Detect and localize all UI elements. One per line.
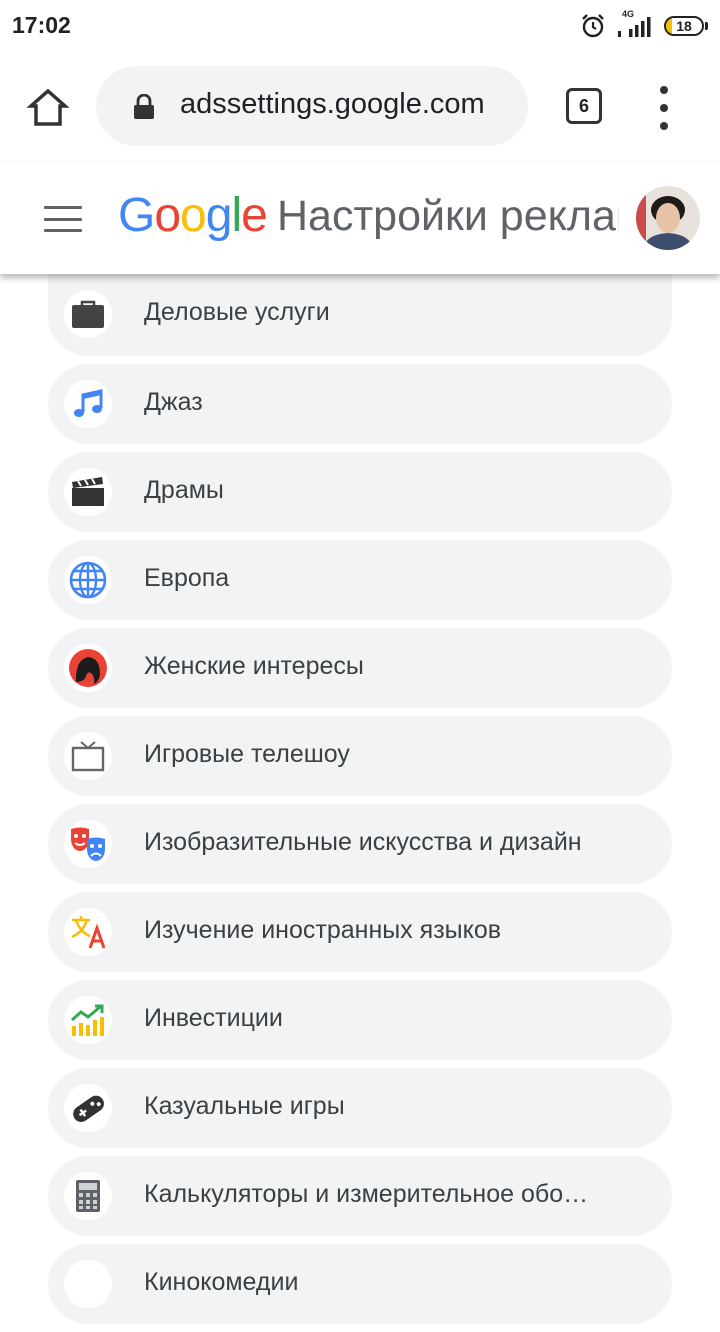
more-vert-icon[interactable] <box>652 86 676 130</box>
list-item[interactable]: Казуальные игры <box>48 1068 672 1148</box>
list-item-label: Драмы <box>144 476 224 504</box>
battery-level: 18 <box>676 18 692 34</box>
list-item-label: Калькуляторы и измерительное обо… <box>144 1180 589 1208</box>
tabs-button[interactable]: 6 <box>566 88 602 124</box>
list-item[interactable]: Драмы <box>48 452 672 532</box>
comedy-icon <box>64 1260 112 1308</box>
page-title: Настройки рекламы <box>277 192 619 240</box>
google-logo[interactable]: Google <box>118 188 268 243</box>
music-note-icon <box>64 380 112 428</box>
list-item-label: Изобразительные искусства и дизайн <box>144 828 582 856</box>
battery: 18 <box>664 16 704 36</box>
home-icon[interactable] <box>26 86 70 130</box>
list-item-label: Изучение иностранных языков <box>144 916 502 944</box>
url-text[interactable]: adssettings.google.com <box>180 88 520 121</box>
woman-icon <box>64 644 112 692</box>
list-item-label: Женские интересы <box>144 652 364 680</box>
status-time: 17:02 <box>12 12 71 38</box>
list-item[interactable]: Европа <box>48 540 672 620</box>
gamepad-icon <box>64 1084 112 1132</box>
list-item[interactable]: Джаз <box>48 364 672 444</box>
status-icons: 4G 18 <box>580 9 708 42</box>
globe-icon <box>64 556 112 604</box>
list-item-label: Игровые телешоу <box>144 740 350 768</box>
signal-icon: 4G <box>616 9 654 39</box>
list-item[interactable]: Женские интересы <box>48 628 672 708</box>
alarm-icon <box>582 14 604 38</box>
address-bar[interactable]: adssettings.google.com <box>96 66 528 146</box>
list-item[interactable]: Изучение иностранных языков <box>48 892 672 972</box>
list-item[interactable]: Кинокомедии <box>48 1244 672 1324</box>
list-item-label: Джаз <box>144 388 203 416</box>
tab-count: 6 <box>578 95 589 116</box>
page-header: Google Настройки рекламы <box>0 162 720 274</box>
network-label: 4G <box>622 9 635 19</box>
list-item-label: Деловые услуги <box>144 298 330 326</box>
translate-icon <box>64 908 112 956</box>
status-bar: 17:02 4G 18 <box>0 0 720 52</box>
list-item[interactable]: Деловые услуги <box>48 274 672 356</box>
list-item[interactable]: Калькуляторы и измерительное обо… <box>48 1156 672 1236</box>
list-item-label: Инвестиции <box>144 1004 283 1032</box>
menu-icon[interactable] <box>44 206 82 232</box>
list-item[interactable]: Инвестиции <box>48 980 672 1060</box>
avatar[interactable] <box>636 186 700 250</box>
chart-growth-icon <box>64 996 112 1044</box>
lock-icon <box>134 94 154 119</box>
briefcase-icon <box>64 290 112 338</box>
theater-masks-icon <box>64 820 112 868</box>
battery-icon: 18 <box>664 16 708 36</box>
tv-icon <box>64 732 112 780</box>
interest-list: Деловые услуги Джаз Драмы Европа Женские… <box>48 274 672 1332</box>
list-item[interactable]: Игровые телешоу <box>48 716 672 796</box>
list-item[interactable]: Изобразительные искусства и дизайн <box>48 804 672 884</box>
list-item-label: Казуальные игры <box>144 1092 345 1120</box>
list-item-label: Европа <box>144 564 230 592</box>
browser-toolbar: adssettings.google.com 6 <box>0 52 720 162</box>
calculator-icon <box>64 1172 112 1220</box>
list-item-label: Кинокомедии <box>144 1268 299 1296</box>
clapperboard-icon <box>64 468 112 516</box>
